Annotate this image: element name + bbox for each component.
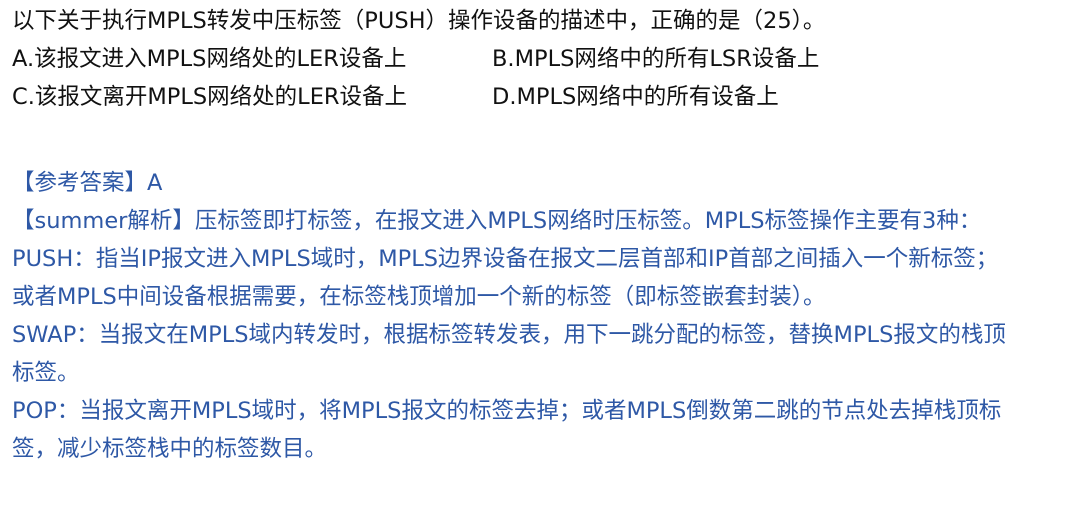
analysis-line-2: PUSH：指当IP报文进入MPLS域时，MPLS边界设备在报文二层首部和IP首部…: [12, 246, 999, 272]
analysis-line-5: 标签。: [12, 360, 80, 386]
option-a: A.该报文进入MPLS网络处的LER设备上: [12, 46, 407, 72]
answer-label: 【参考答案】A: [12, 170, 163, 196]
option-d: D.MPLS网络中的所有设备上: [492, 84, 779, 110]
analysis-line-7: 签，减少标签栈中的标签数目。: [12, 436, 328, 462]
option-c: C.该报文离开MPLS网络处的LER设备上: [12, 84, 408, 110]
options-row-1: A.该报文进入MPLS网络处的LER设备上 B.MPLS网络中的所有LSR设备上: [12, 40, 1074, 78]
options-row-2: C.该报文离开MPLS网络处的LER设备上 D.MPLS网络中的所有设备上: [12, 78, 1074, 116]
option-b: B.MPLS网络中的所有LSR设备上: [492, 46, 820, 72]
analysis-line-4: SWAP：当报文在MPLS域内转发时，根据标签转发表，用下一跳分配的标签，替换M…: [12, 322, 1006, 348]
analysis-line-3: 或者MPLS中间设备根据需要，在标签栈顶增加一个新的标签（即标签嵌套封装）。: [12, 284, 826, 310]
analysis-line-6: POP：当报文离开MPLS域时，将MPLS报文的标签去掉；或者MPLS倒数第二跳…: [12, 398, 1002, 424]
question-stem: 以下关于执行MPLS转发中压标签（PUSH）操作设备的描述中，正确的是（25）。: [12, 8, 826, 34]
document-page: 以下关于执行MPLS转发中压标签（PUSH）操作设备的描述中，正确的是（25）。…: [12, 0, 1074, 468]
analysis-line-1: 【summer解析】压标签即打标签，在报文进入MPLS网络时压标签。MPLS标签…: [12, 208, 982, 234]
